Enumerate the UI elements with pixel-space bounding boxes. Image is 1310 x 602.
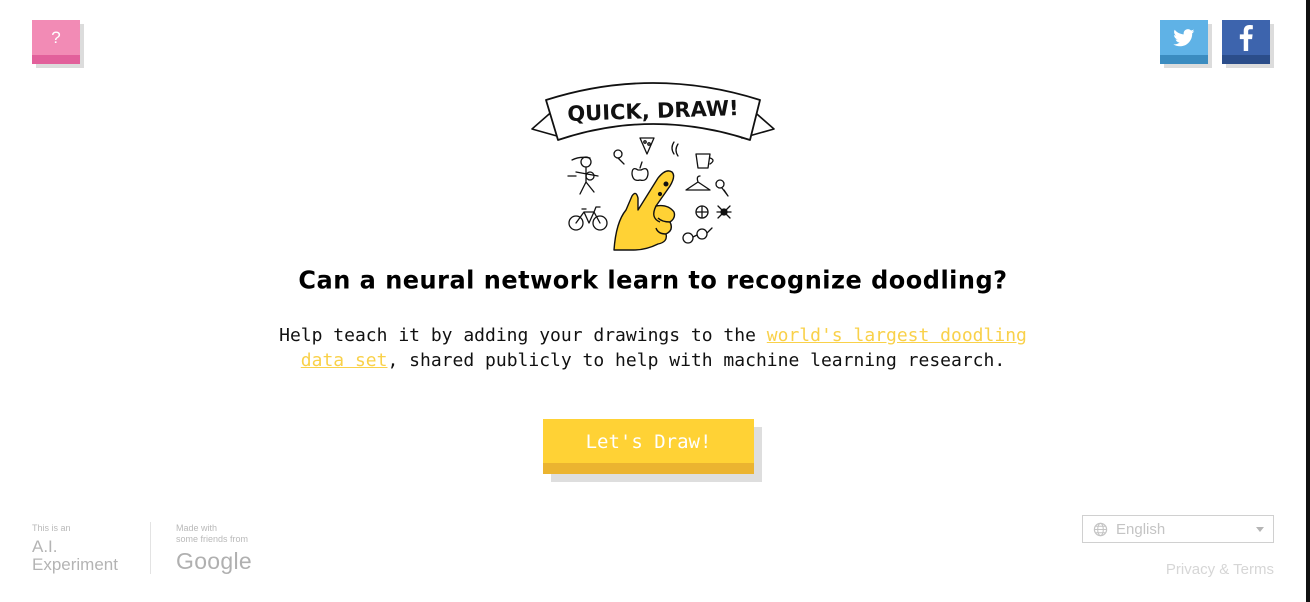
made-with-line2: some friends from	[176, 534, 249, 544]
language-value: English	[1116, 520, 1166, 538]
privacy-terms-link[interactable]: Privacy & Terms	[1166, 561, 1274, 578]
glasses-doodle	[682, 227, 713, 244]
help-button[interactable]: ?	[32, 20, 84, 68]
google-logo-text: Google	[176, 548, 252, 574]
basketball-doodle	[695, 205, 709, 219]
lets-draw-button[interactable]: Let's Draw!	[543, 419, 762, 482]
spider-doodle	[716, 205, 732, 219]
lets-draw-label: Let's Draw!	[585, 430, 712, 453]
ai-experiment-badge[interactable]: This is an A.I. Experiment	[32, 523, 118, 574]
lollipop-doodle	[613, 149, 625, 165]
ai-experiment-line1: A.I.	[32, 537, 58, 556]
apple-doodle	[631, 161, 649, 182]
window-edge	[1306, 0, 1310, 602]
ai-experiment-small: This is an	[32, 523, 71, 533]
globe-icon	[1093, 522, 1108, 536]
made-with-line1: Made with	[176, 523, 218, 533]
page-headline: Can a neural network learn to recognize …	[298, 265, 1008, 295]
facebook-f-icon	[1239, 25, 1253, 51]
made-with-google-badge[interactable]: Made with some friends from Google	[176, 523, 252, 575]
steam-doodle	[671, 141, 679, 157]
chevron-down-icon	[1256, 527, 1264, 532]
twitter-bird-icon	[1173, 29, 1195, 47]
hanger-doodle	[685, 175, 711, 191]
footer-divider	[150, 522, 151, 574]
coffee-cup-doodle	[695, 153, 714, 169]
facebook-button-lip	[1222, 55, 1270, 64]
pizza-doodle	[639, 137, 655, 155]
language-select[interactable]: English	[1082, 515, 1274, 543]
facebook-share-button[interactable]	[1222, 20, 1274, 68]
intro-text-before: Help teach it by adding your drawings to…	[279, 325, 767, 346]
twitter-share-button[interactable]	[1160, 20, 1212, 68]
help-button-lip	[32, 55, 80, 64]
quick-draw-logo: QUICK, DRAW!	[531, 82, 775, 251]
twitter-button-lip	[1160, 55, 1208, 64]
intro-text-after: , shared publicly to help with machine l…	[387, 350, 1006, 371]
ai-experiment-line2: Experiment	[32, 555, 118, 574]
intro-description: Help teach it by adding your drawings to…	[260, 323, 1046, 373]
ice-cream-doodle	[715, 179, 729, 197]
help-button-label: ?	[51, 28, 61, 47]
bicycle-doodle	[568, 206, 608, 231]
lets-draw-lip	[543, 463, 754, 474]
pointing-hand	[613, 170, 676, 251]
person-doodle	[567, 156, 599, 195]
